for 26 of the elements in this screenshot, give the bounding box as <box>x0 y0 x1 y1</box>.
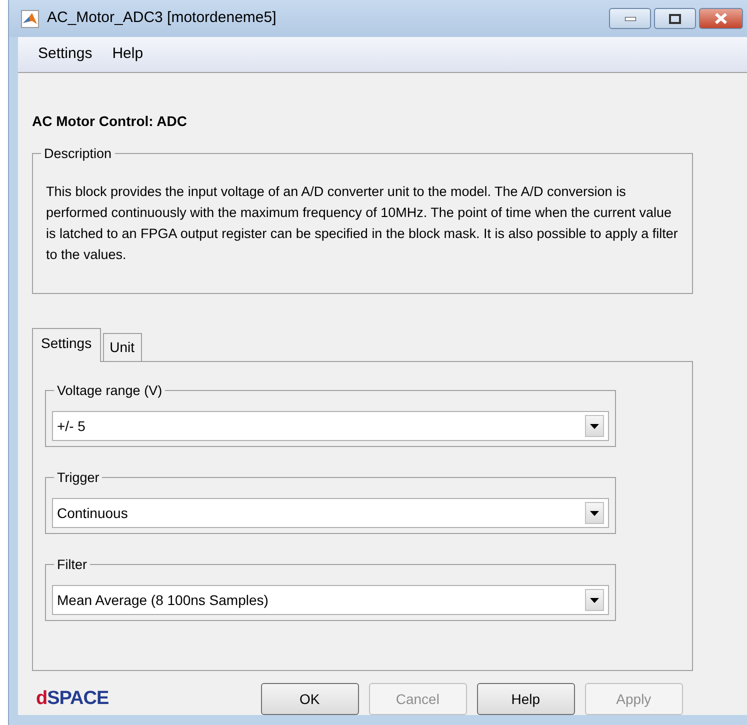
group-legend: Voltage range (V) <box>54 382 166 399</box>
window-title: AC_Motor_ADC3 [motordeneme5] <box>47 8 276 28</box>
tab[interactable]: Unit <box>102 333 142 361</box>
dialog-button[interactable]: OK <box>260 683 359 715</box>
description-text: This block provides the input voltage of an A/D converter unit to the model. The A/D conversion is performed continuously with the maximum frequency of 10MHz. The point of time when the current value is latched to an FPGA output register can be specified in the block mask. It is also possible to apply a filter to the values. <box>46 183 679 264</box>
dialog-button[interactable]: Help <box>476 683 575 715</box>
dropdown-arrow-icon <box>590 424 599 428</box>
tab[interactable]: Settings <box>32 328 101 362</box>
menu-item[interactable]: Help <box>102 39 154 70</box>
minimize-icon <box>624 16 636 20</box>
dropdown[interactable]: Continuous <box>52 498 609 528</box>
close-button[interactable] <box>699 8 743 29</box>
group-legend: Trigger <box>54 469 102 486</box>
close-icon <box>715 13 727 24</box>
block-heading: AC Motor Control: ADC <box>32 112 188 131</box>
minimize-button[interactable] <box>609 8 651 29</box>
dropdown[interactable]: +/- 5 <box>52 411 609 441</box>
dropdown-arrow-icon <box>590 598 599 602</box>
menu-item[interactable]: Settings <box>28 39 102 70</box>
maximize-button[interactable] <box>654 8 696 29</box>
group-legend: Description <box>41 145 115 162</box>
app-icon <box>21 10 39 28</box>
dropdown-arrow-icon <box>590 510 599 516</box>
logo: dSPACE <box>36 686 109 711</box>
dropdown[interactable]: Mean Average (8 100ns Samples) <box>52 585 609 615</box>
maximize-icon <box>669 14 681 24</box>
